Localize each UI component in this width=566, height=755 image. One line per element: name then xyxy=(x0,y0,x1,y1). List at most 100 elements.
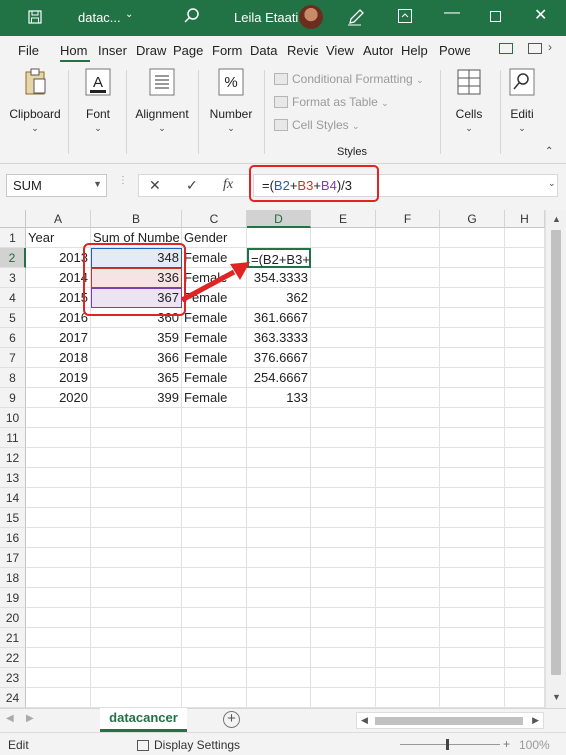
cell[interactable] xyxy=(247,648,311,668)
alignment-group[interactable]: Alignment ⌄ xyxy=(130,68,194,134)
enter-icon[interactable]: ✓ xyxy=(186,177,198,194)
tab-formulas[interactable]: Form xyxy=(212,43,243,58)
close-icon[interactable]: ✕ xyxy=(534,5,547,25)
cell[interactable] xyxy=(247,488,311,508)
cell[interactable] xyxy=(247,408,311,428)
cell[interactable] xyxy=(182,548,247,568)
tab-power-pivot[interactable]: Powe xyxy=(439,43,470,58)
cell[interactable] xyxy=(376,668,440,688)
column-header-b[interactable]: B xyxy=(91,210,182,228)
cell[interactable] xyxy=(440,528,505,548)
cell[interactable] xyxy=(440,348,505,368)
cell[interactable] xyxy=(440,448,505,468)
tab-view[interactable]: View xyxy=(326,43,356,58)
cell[interactable] xyxy=(505,288,545,308)
cell[interactable] xyxy=(91,668,182,688)
cell[interactable] xyxy=(311,608,376,628)
cell[interactable]: Female xyxy=(182,248,247,268)
chevron-down-icon[interactable]: ⌄ xyxy=(125,9,133,20)
cell[interactable] xyxy=(182,668,247,688)
cell[interactable] xyxy=(440,388,505,408)
cell[interactable] xyxy=(311,628,376,648)
cell[interactable] xyxy=(376,328,440,348)
tab-review[interactable]: Revie xyxy=(287,43,318,58)
row-header[interactable]: 4 xyxy=(0,288,26,308)
cell[interactable]: 2013 xyxy=(26,248,91,268)
cell[interactable]: 367 xyxy=(91,288,182,308)
cell[interactable] xyxy=(505,328,545,348)
cell[interactable] xyxy=(440,688,505,708)
cell[interactable] xyxy=(182,468,247,488)
cell[interactable] xyxy=(311,308,376,328)
cell[interactable] xyxy=(440,568,505,588)
cell[interactable] xyxy=(440,488,505,508)
cell[interactable] xyxy=(505,568,545,588)
horizontal-scrollbar[interactable]: ◀ ▶ xyxy=(356,712,544,729)
cell[interactable] xyxy=(311,248,376,268)
cell[interactable] xyxy=(91,508,182,528)
cell-styles-button[interactable]: Cell Styles ⌄ xyxy=(274,118,360,132)
column-header-h[interactable]: H xyxy=(505,210,545,228)
cell[interactable] xyxy=(311,488,376,508)
display-settings-button[interactable]: Display Settings xyxy=(137,738,240,752)
cell[interactable] xyxy=(26,428,91,448)
cell[interactable] xyxy=(440,248,505,268)
row-header[interactable]: 14 xyxy=(0,488,26,508)
cell[interactable] xyxy=(376,368,440,388)
tab-home[interactable]: Hom xyxy=(60,43,90,58)
scroll-right-icon[interactable]: ▶ xyxy=(532,715,539,726)
scroll-thumb[interactable] xyxy=(375,717,523,725)
row-header[interactable]: 9 xyxy=(0,388,26,408)
cell[interactable] xyxy=(376,608,440,628)
cell[interactable] xyxy=(440,648,505,668)
cell[interactable] xyxy=(91,628,182,648)
insert-function-button[interactable]: fx xyxy=(223,177,233,193)
cell[interactable] xyxy=(505,488,545,508)
cell[interactable]: 2018 xyxy=(26,348,91,368)
cell[interactable] xyxy=(440,368,505,388)
row-header[interactable]: 6 xyxy=(0,328,26,348)
collapse-ribbon-icon[interactable]: ⌃ xyxy=(545,146,553,157)
column-header-e[interactable]: E xyxy=(311,210,376,228)
cell[interactable]: 399 xyxy=(91,388,182,408)
cell[interactable]: 2017 xyxy=(26,328,91,348)
cell[interactable] xyxy=(376,228,440,248)
scroll-up-icon[interactable]: ▲ xyxy=(552,214,561,224)
tab-insert[interactable]: Inser xyxy=(98,43,127,58)
cell[interactable] xyxy=(26,468,91,488)
cell[interactable] xyxy=(505,448,545,468)
cell[interactable]: 365 xyxy=(91,368,182,388)
cell[interactable] xyxy=(91,608,182,628)
cell[interactable] xyxy=(26,408,91,428)
cell[interactable] xyxy=(182,448,247,468)
cell[interactable] xyxy=(440,408,505,428)
conditional-formatting-button[interactable]: Conditional Formatting ⌄ xyxy=(274,72,424,86)
tab-help[interactable]: Help xyxy=(401,43,431,58)
name-box[interactable]: SUM ▼ xyxy=(6,174,107,197)
cell[interactable] xyxy=(182,588,247,608)
cell[interactable] xyxy=(376,688,440,708)
row-header[interactable]: 12 xyxy=(0,448,26,468)
column-header-g[interactable]: G xyxy=(440,210,505,228)
share-icon[interactable] xyxy=(499,43,513,54)
cell[interactable] xyxy=(440,668,505,688)
cell[interactable] xyxy=(26,568,91,588)
cell[interactable] xyxy=(376,388,440,408)
cell[interactable] xyxy=(505,348,545,368)
cell[interactable]: 362 xyxy=(247,288,311,308)
cell[interactable] xyxy=(247,688,311,708)
cell[interactable] xyxy=(376,288,440,308)
cell[interactable] xyxy=(440,468,505,488)
cell[interactable] xyxy=(311,268,376,288)
cell[interactable] xyxy=(311,228,376,248)
cell[interactable] xyxy=(247,668,311,688)
cell[interactable] xyxy=(440,588,505,608)
cell[interactable] xyxy=(91,568,182,588)
cell[interactable] xyxy=(247,528,311,548)
cell[interactable]: Female xyxy=(182,388,247,408)
cell[interactable] xyxy=(376,508,440,528)
row-header[interactable]: 10 xyxy=(0,408,26,428)
cell[interactable] xyxy=(91,428,182,448)
cell[interactable] xyxy=(247,568,311,588)
expand-formula-bar-icon[interactable]: ⌄ xyxy=(548,178,556,189)
